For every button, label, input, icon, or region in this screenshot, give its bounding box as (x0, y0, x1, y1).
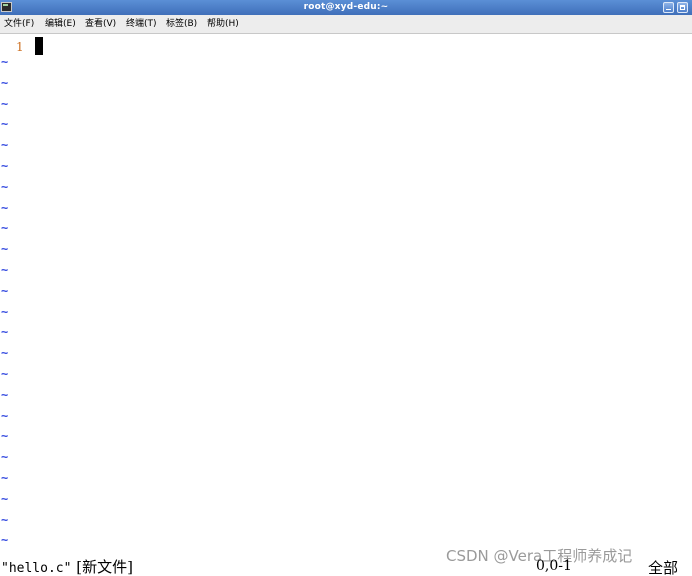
empty-line-tilde: ~ (1, 263, 9, 277)
status-cursor-position: 0,0-1 (536, 558, 572, 574)
empty-line-tilde: ~ (1, 117, 9, 131)
menu-help[interactable]: 帮助(H) (207, 15, 239, 33)
terminal-window: root@xyd-edu:~ 文件(F) 编辑(E) 查看(V) 终端(T) 标… (0, 0, 692, 576)
menu-bar: 文件(F) 编辑(E) 查看(V) 终端(T) 标签(B) 帮助(H) (0, 15, 692, 34)
empty-line-tilde: ~ (1, 388, 9, 402)
empty-line-tilde: ~ (1, 533, 9, 547)
menu-edit[interactable]: 编辑(E) (45, 15, 76, 33)
menu-file[interactable]: 文件(F) (4, 15, 34, 33)
status-file-state: [新文件] (76, 558, 133, 576)
empty-line-tilde: ~ (1, 138, 9, 152)
title-bar[interactable]: root@xyd-edu:~ (0, 0, 692, 15)
status-filename: "hello.c" (1, 561, 72, 576)
status-file-info: "hello.c" [新文件] (1, 556, 133, 576)
empty-line-tilde: ~ (1, 180, 9, 194)
minimize-button[interactable] (663, 2, 674, 13)
menu-terminal[interactable]: 终端(T) (126, 15, 157, 33)
empty-line-tilde: ~ (1, 346, 9, 360)
empty-line-tilde: ~ (1, 242, 9, 256)
maximize-button[interactable] (677, 2, 688, 13)
empty-line-tilde: ~ (1, 201, 9, 215)
empty-line-tilde: ~ (1, 325, 9, 339)
empty-line-tilde: ~ (1, 450, 9, 464)
status-line: "hello.c" [新文件] 0,0-1 全部 (0, 554, 692, 576)
menu-tabs[interactable]: 标签(B) (166, 15, 197, 33)
window-title: root@xyd-edu:~ (303, 2, 389, 12)
empty-line-tilde: ~ (1, 513, 9, 527)
empty-line-tilde: ~ (1, 492, 9, 506)
empty-line-tilde: ~ (1, 97, 9, 111)
empty-line-tilde: ~ (1, 305, 9, 319)
text-cursor (35, 37, 43, 55)
empty-line-tilde: ~ (1, 76, 9, 90)
empty-line-tilde: ~ (1, 55, 9, 69)
empty-line-tilde: ~ (1, 409, 9, 423)
empty-line-tilde: ~ (1, 221, 9, 235)
vim-editor[interactable]: 1 ~ ~ ~ ~ ~ ~ ~ ~ ~ ~ ~ ~ ~ ~ ~ ~ ~ ~ ~ ~ ~ ~ ~ ~ (0, 34, 692, 554)
empty-line-tilde: ~ (1, 471, 9, 485)
empty-line-tilde: ~ (1, 159, 9, 173)
empty-line-tilde: ~ (1, 284, 9, 298)
status-scroll-position: 全部 (648, 559, 679, 576)
line-number: 1 (16, 40, 24, 54)
menu-view[interactable]: 查看(V) (85, 15, 116, 33)
empty-line-tilde: ~ (1, 367, 9, 381)
empty-line-tilde: ~ (1, 429, 9, 443)
